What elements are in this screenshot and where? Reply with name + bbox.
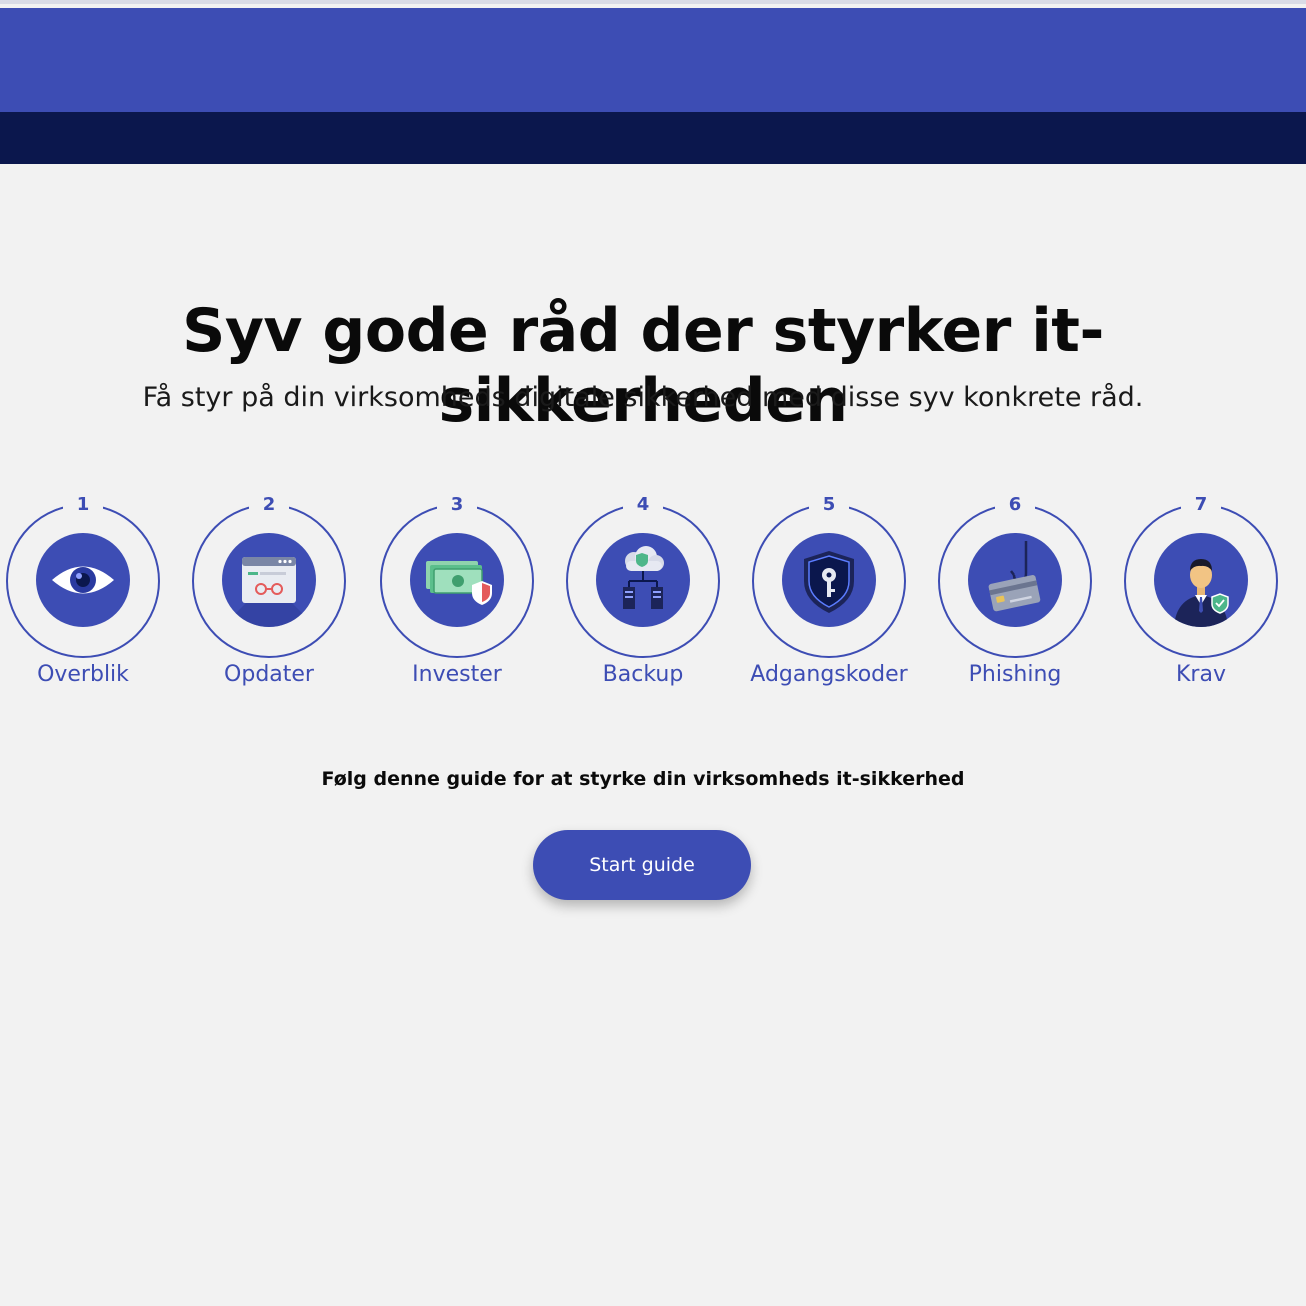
step-number: 6 xyxy=(995,494,1035,515)
step-backup[interactable]: 4 Backup xyxy=(550,492,736,702)
step-label: Opdater xyxy=(224,662,314,687)
step-overblik[interactable]: 1 Overblik xyxy=(0,492,176,702)
step-label: Krav xyxy=(1176,662,1226,687)
card-hook-icon xyxy=(968,533,1062,627)
step-label: Backup xyxy=(602,662,684,687)
eye-icon xyxy=(36,533,130,627)
step-invester[interactable]: 3 Invester xyxy=(364,492,550,702)
step-opdater[interactable]: 2 Opdater xyxy=(176,492,362,702)
step-label: Phishing xyxy=(968,662,1062,687)
step-number: 7 xyxy=(1181,494,1221,515)
page: Syv gode råd der styrker it-sikkerheden … xyxy=(0,0,1306,1306)
page-subtitle: Få styr på din virksomheds digitale sikk… xyxy=(142,382,1144,413)
start-guide-button[interactable]: Start guide xyxy=(533,830,751,900)
header-nav-band xyxy=(0,112,1306,164)
step-label: Adgangskoder xyxy=(750,662,908,687)
money-shield-icon xyxy=(410,533,504,627)
step-number: 4 xyxy=(623,494,663,515)
browser-update-icon xyxy=(222,533,316,627)
step-label: Overblik xyxy=(37,662,129,687)
steps-row: 1 Overblik 2 Opdater 3 Invester 4 Backup… xyxy=(0,492,1306,702)
guide-intro-text: Følg denne guide for at styrke din virks… xyxy=(321,768,965,790)
businessman-shield-icon xyxy=(1154,533,1248,627)
cloud-backup-icon xyxy=(596,533,690,627)
key-shield-icon xyxy=(782,533,876,627)
step-label: Invester xyxy=(412,662,502,687)
step-number: 2 xyxy=(249,494,289,515)
step-number: 1 xyxy=(63,494,103,515)
step-adgangskoder[interactable]: 5 Adgangskoder xyxy=(736,492,922,702)
step-krav[interactable]: 7 Krav xyxy=(1108,492,1294,702)
header-bar xyxy=(0,8,1306,112)
step-number: 3 xyxy=(437,494,477,515)
step-number: 5 xyxy=(809,494,849,515)
step-phishing[interactable]: 6 Phishing xyxy=(922,492,1108,702)
page-title: Syv gode råd der styrker it-sikkerheden xyxy=(182,296,1104,436)
